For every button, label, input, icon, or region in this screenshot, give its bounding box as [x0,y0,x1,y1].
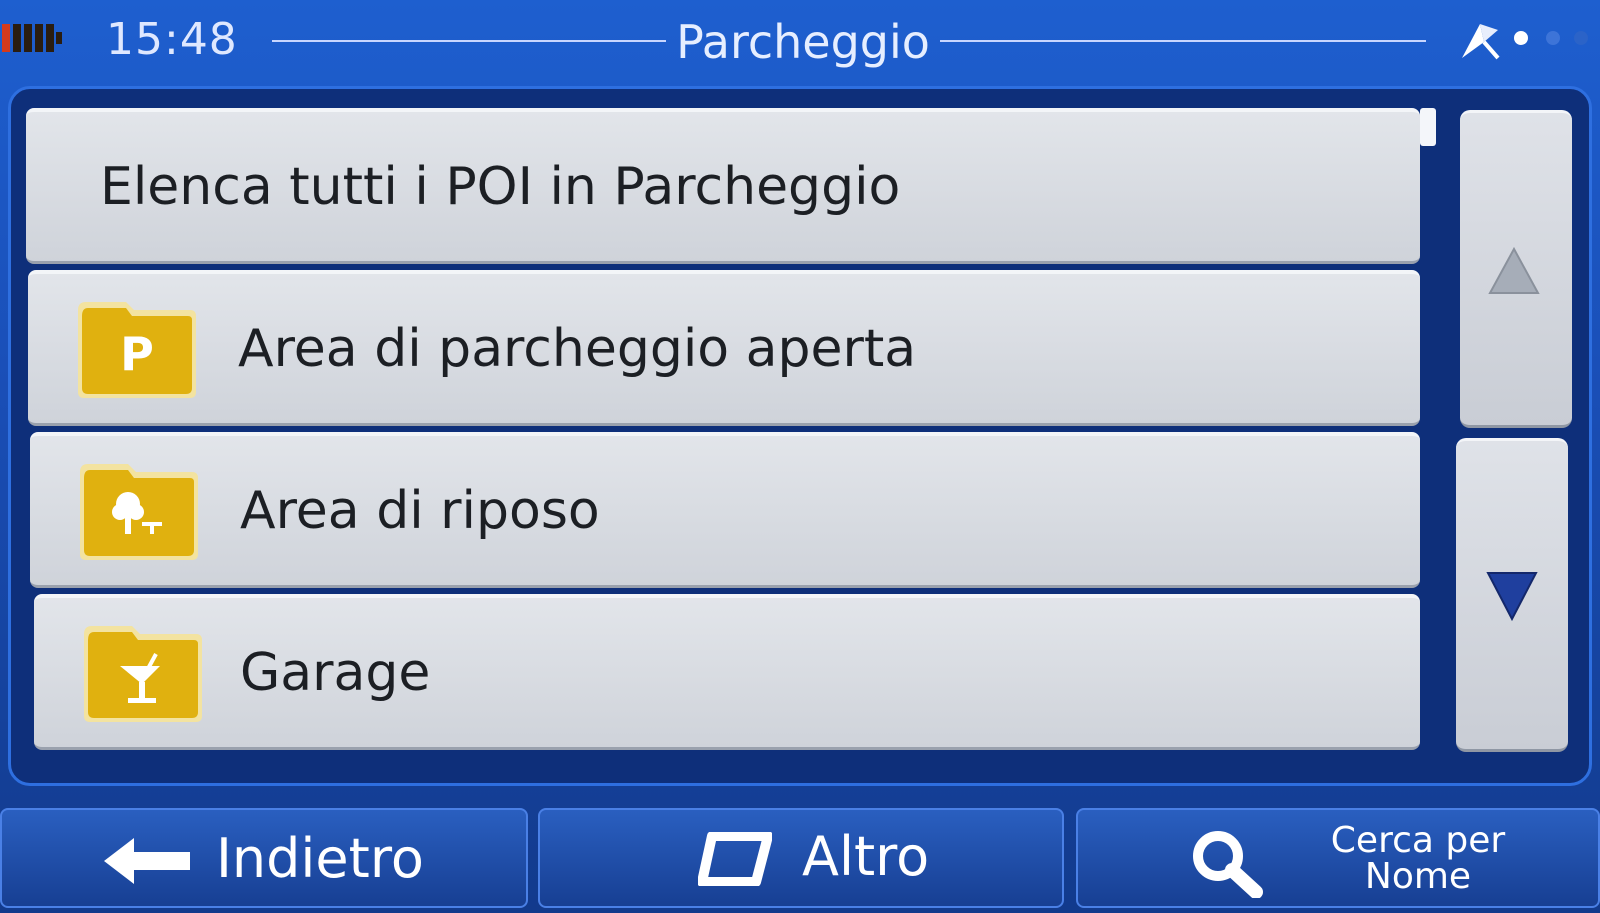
gps-signal-dot [1574,31,1588,45]
garage-folder-icon [84,626,202,722]
title-divider-left [272,40,666,42]
list-item-label: Area di parcheggio aperta [238,319,917,379]
clock-time: 15:48 [106,14,238,65]
triangle-up-icon [1488,246,1540,294]
scroll-up-button[interactable] [1460,110,1572,428]
more-button-label: Altro [802,825,930,888]
svg-text:P: P [120,327,154,381]
search-by-name-button[interactable]: Cerca per Nome [1076,808,1600,908]
list-item-label: Garage [240,643,431,703]
search-button-label-line1: Cerca per [1330,820,1506,861]
parking-folder-icon: P [78,302,196,398]
title-divider-right [940,40,1426,42]
search-icon [1193,831,1263,898]
page-title: Parcheggio [676,15,930,69]
scroll-down-button[interactable] [1456,438,1568,752]
triangle-down-icon [1486,572,1538,622]
more-button[interactable]: Altro [538,808,1064,908]
satellite-icon[interactable] [1458,18,1502,62]
status-bar: 15:48 Parcheggio [0,0,1600,84]
list-item-garage[interactable]: Garage [34,594,1420,750]
gps-signal-dot [1514,31,1528,45]
scroll-position-indicator[interactable] [1420,108,1436,146]
list-item-all-poi[interactable]: Elenca tutti i POI in Parcheggio [26,108,1420,264]
battery-low-icon [2,24,62,52]
arrow-left-icon [104,838,190,884]
search-button-label-line2: Nome [1364,856,1472,897]
back-button-label: Indietro [216,827,424,890]
list-item-label: Area di riposo [240,481,600,541]
gps-signal-dot [1546,31,1560,45]
rest-area-folder-icon [80,464,198,560]
list-item-open-parking[interactable]: P Area di parcheggio aperta [28,270,1420,426]
back-button[interactable]: Indietro [0,808,528,908]
list-item-label: Elenca tutti i POI in Parcheggio [100,157,901,217]
more-menu-icon [698,832,772,886]
list-item-rest-area[interactable]: Area di riposo [30,432,1420,588]
